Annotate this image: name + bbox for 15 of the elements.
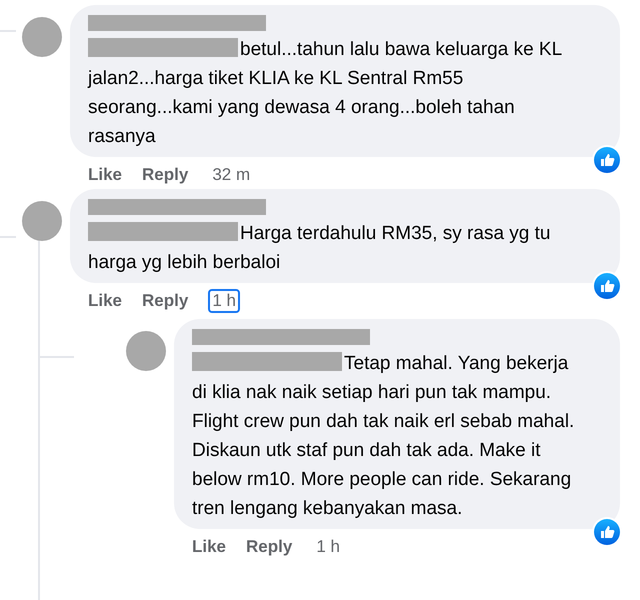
reply-button[interactable]: Reply <box>142 162 188 188</box>
avatar <box>126 331 166 371</box>
timestamp-link[interactable]: 1 h <box>312 535 344 559</box>
comment-text: Tetap mahal. Yang bekerja di klia nak naik setiap hari pun tak mampu. Flight crew pun dah tak naik erl sebab mahal. Diskaun utk staf pun dah tak ada. Make it below rm10. More people can ride. Sekarang tren lengang kebanyakan masa. <box>192 351 576 521</box>
avatar <box>22 17 62 57</box>
comment-text: Harga terdahulu RM35, sy rasa yg tu harga yg lebih berbaloi <box>88 221 552 275</box>
like-button[interactable]: Like <box>192 534 226 560</box>
like-button[interactable]: Like <box>88 288 122 314</box>
reply-button[interactable]: Reply <box>142 288 188 314</box>
comment-text: betul...tahun lalu bawa keluarga ke KL jalan2...harga tiket KLIA ke KL Sentral Rm55 seorang...kami yang dewasa 4 orang...boleh tahan rasanya <box>88 37 562 149</box>
timestamp-link[interactable]: 32 m <box>208 163 254 187</box>
avatar <box>22 201 62 241</box>
timestamp-link[interactable]: 1 h <box>208 289 240 313</box>
like-button[interactable]: Like <box>88 162 122 188</box>
reply-button[interactable]: Reply <box>246 534 292 560</box>
